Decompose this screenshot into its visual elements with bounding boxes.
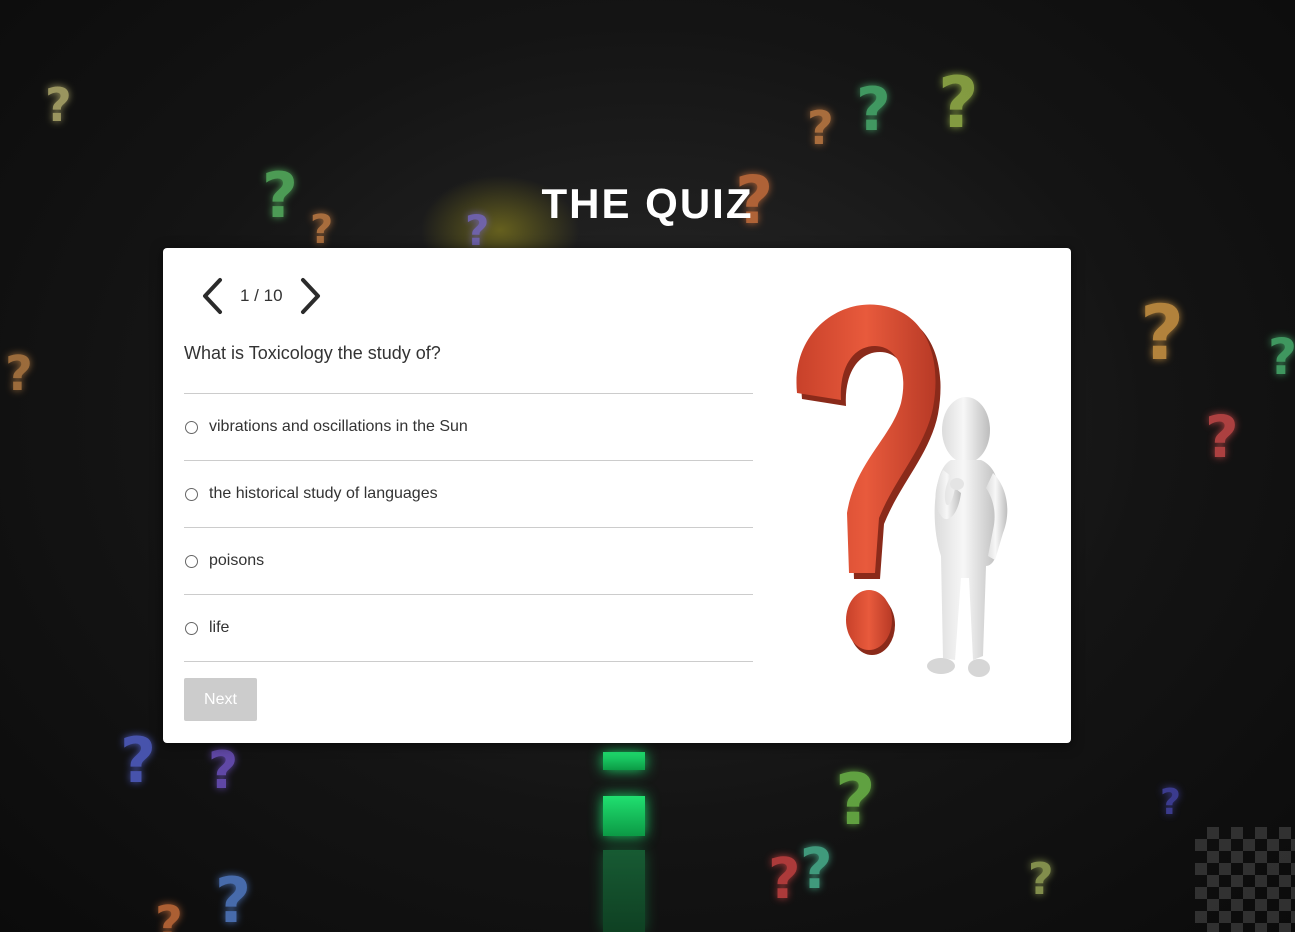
question-pager: 1 / 10 [198,276,325,316]
previous-question-button[interactable] [198,276,226,316]
background-question-mark-icon: ? [1205,403,1239,471]
background-question-mark-icon: ? [5,346,33,402]
background-question-mark-icon: ? [807,101,834,155]
answer-option-label: life [209,619,230,636]
answer-radio[interactable] [185,554,198,568]
answer-radio[interactable] [185,487,198,501]
question-counter: 1 / 10 [240,286,283,305]
answer-radio[interactable] [185,621,198,635]
background-question-mark-icon: ? [835,759,876,841]
background-question-mark-icon: ? [1028,854,1054,905]
next-button[interactable]: Next [184,678,257,721]
answer-radio[interactable] [185,420,198,434]
next-question-arrow-button[interactable] [297,276,325,316]
answer-option[interactable]: poisons [184,528,753,595]
answer-option-label: vibrations and oscillations in the Sun [209,418,468,435]
background-question-mark-icon: ? [1268,328,1295,386]
background-green-light [603,752,645,770]
background-question-mark-icon: ? [155,896,183,932]
background-question-mark-icon: ? [215,864,251,932]
background-question-mark-icon: ? [856,75,891,145]
quiz-card: 1 / 10 What is Toxicology the study of? … [163,248,1071,743]
background-question-mark-icon: ? [1160,782,1181,823]
background-green-light [603,796,645,836]
background-question-mark-icon: ? [938,62,979,144]
chevron-left-icon [203,278,222,314]
question-text: What is Toxicology the study of? [184,343,441,363]
background-checker-pattern [1195,827,1295,932]
background-question-mark-icon: ? [768,847,801,912]
background-question-mark-icon: ? [45,78,72,132]
background-question-mark-icon: ? [208,741,239,801]
background-question-mark-icon: ? [800,837,833,902]
answer-option[interactable]: vibrations and oscillations in the Sun [184,394,753,461]
answer-option[interactable]: life [184,595,753,662]
answer-option-label: the historical study of languages [209,485,438,502]
background-question-mark-icon: ? [1140,288,1185,377]
answer-option-label: poisons [209,552,265,569]
answer-options-list: vibrations and oscillations in the Sun t… [184,393,753,662]
background-question-mark-icon: ? [120,724,156,797]
background-green-light [603,850,645,932]
page-title: THE QUIZ [541,180,754,227]
chevron-right-icon [300,278,320,314]
question-mark-figure-illustration [796,304,1008,677]
answer-option[interactable]: the historical study of languages [184,461,753,528]
